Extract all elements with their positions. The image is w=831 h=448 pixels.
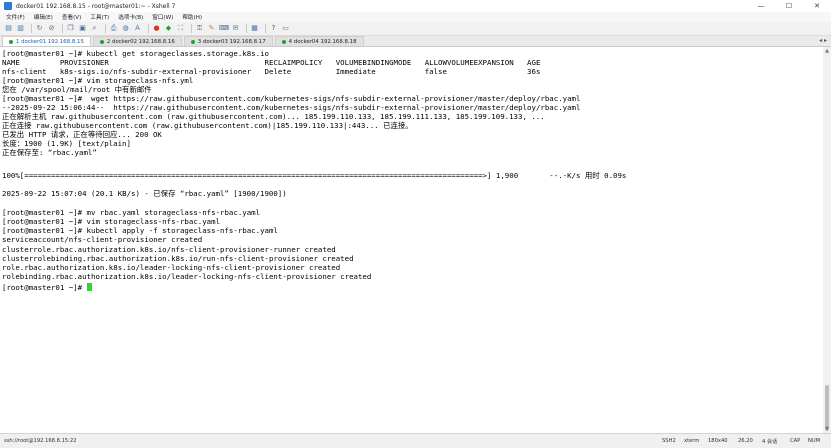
help-icon[interactable]: ? — [269, 24, 278, 33]
fullscreen-icon[interactable]: ⛶ — [176, 24, 185, 33]
terminal-line: serviceaccount/nfs-client-provisioner cr… — [2, 235, 203, 244]
copy-icon[interactable]: ❐ — [66, 24, 75, 33]
maximize-button[interactable]: ☐ — [775, 0, 803, 12]
connection-address: ssh://root@192.168.8.15:22 — [4, 438, 77, 444]
status-bar: ssh://root@192.168.8.15:22 SSH2 xterm 18… — [0, 433, 831, 448]
terminal-prompt-line: [root@master01 ~]# — [2, 283, 92, 292]
menu-view[interactable]: 查看(V) — [62, 13, 81, 21]
terminal-line: role.rbac.authorization.k8s.io/leader-lo… — [2, 263, 341, 272]
session-status-icon — [99, 39, 104, 44]
scroll-up-icon[interactable]: ▲ — [823, 48, 831, 54]
terminal-line: 长度：1900 (1.9K) [text/plain] — [2, 139, 131, 148]
globe-icon[interactable]: ◍ — [121, 24, 130, 33]
terminal-line: 2025-09-22 15:07:04 (20.1 KB/s) - 已保存 “r… — [2, 189, 287, 198]
session-status-icon — [190, 39, 195, 44]
session-count: 4 会话 — [762, 439, 778, 445]
terminal-cursor — [86, 283, 92, 291]
terminal-line: 正在保存至: “rbac.yaml” — [2, 148, 97, 157]
tab-label: 2 docker02 192.168.8.16 — [106, 38, 175, 45]
lock-icon[interactable]: ⚿ — [195, 24, 204, 33]
tab-label: 4 docker04 192.168.8.18 — [288, 38, 357, 45]
script-icon[interactable]: ✎ — [207, 24, 216, 33]
menu-tabs[interactable]: 选项卡(B) — [118, 13, 143, 21]
tab-docker01[interactable]: 1 docker01 192.168.8.15 — [2, 36, 91, 46]
menu-window[interactable]: 窗口(W) — [152, 13, 173, 21]
session-status-icon — [9, 39, 13, 44]
tab-label: 1 docker01 192.168.8.15 — [16, 38, 84, 45]
terminal-line: 您在 /var/spool/mail/root 中有新邮件 — [2, 85, 152, 94]
caps-lock-status: CAP — [790, 438, 801, 444]
terminal-line: NAME PROVISIONER RECLAIMPOLICY VOLUMEBIN… — [2, 58, 541, 67]
layout-icon[interactable]: ▦ — [250, 24, 259, 33]
title-bar: docker01 192.168.8.15 - root@master01:~ … — [0, 0, 831, 12]
terminal-output[interactable]: [root@master01 ~]# kubectl get storagecl… — [0, 47, 823, 433]
minimize-button[interactable]: — — [747, 0, 775, 12]
disconnect-icon[interactable]: ⊘ — [47, 24, 56, 33]
session-tab-bar: 1 docker01 192.168.8.15 2 docker02 192.1… — [0, 36, 831, 47]
font-icon[interactable]: A — [133, 24, 142, 33]
terminal-line: [root@master01 ~]# vim storageclass-nfs.… — [2, 76, 194, 85]
print-icon[interactable]: ⎙ — [109, 24, 118, 33]
xftp-icon[interactable]: ● — [152, 24, 161, 33]
terminal-line: [root@master01 ~]# kubectl get storagecl… — [2, 49, 269, 58]
download-progress-line: 100%[===================================… — [2, 171, 627, 180]
xshell-app-icon — [4, 2, 12, 10]
terminal-size: 180x40 — [708, 438, 728, 444]
tab-scroll-arrows-icon[interactable]: ◂ ▸ — [819, 37, 827, 44]
chat-icon[interactable]: ▭ — [281, 24, 290, 33]
terminal-line: 正在解析主机 raw.githubusercontent.com (raw.gi… — [2, 112, 545, 121]
terminal-line: rolebinding.rbac.authorization.k8s.io/le… — [2, 272, 372, 281]
toolbar-separator — [105, 24, 106, 33]
toolbar-separator — [265, 24, 266, 33]
terminal-line: 已发出 HTTP 请求，正在等待回应... 200 OK — [2, 130, 162, 139]
menu-file[interactable]: 文件(F) — [6, 13, 25, 21]
window-title: docker01 192.168.8.15 - root@master01:~ … — [16, 2, 176, 10]
protocol-status: SSH2 — [662, 438, 676, 444]
toolbar-separator — [31, 24, 32, 33]
menu-bar: 文件(F) 编辑(E) 查看(V) 工具(T) 选项卡(B) 窗口(W) 帮助(… — [0, 12, 831, 22]
terminal-line: [root@master01 ~]# kubectl apply -f stor… — [2, 226, 278, 235]
menu-edit[interactable]: 编辑(E) — [34, 13, 53, 21]
tab-docker03[interactable]: 3 docker03 192.168.8.17 — [183, 36, 273, 46]
close-button[interactable]: ✕ — [803, 0, 831, 12]
toolbar-separator — [191, 24, 192, 33]
terminal-line: [root@master01 ~]# wget https://raw.gith… — [2, 94, 581, 103]
num-lock-status: NUM — [808, 438, 821, 444]
tab-label: 3 docker03 192.168.8.17 — [197, 38, 266, 45]
compose-icon[interactable]: ✉ — [231, 24, 240, 33]
new-session-icon[interactable]: ▤ — [4, 24, 13, 33]
menu-help[interactable]: 帮助(H) — [182, 13, 202, 21]
toolbar-separator — [62, 24, 63, 33]
paste-icon[interactable]: ▣ — [78, 24, 87, 33]
reconnect-icon[interactable]: ↻ — [35, 24, 44, 33]
scroll-down-icon[interactable]: ▼ — [823, 426, 831, 432]
tab-docker02[interactable]: 2 docker02 192.168.8.16 — [92, 36, 182, 46]
terminal-type: xterm — [684, 438, 700, 444]
terminal-line: nfs-client k8s-sigs.io/nfs-subdir-extern… — [2, 67, 541, 76]
terminal-line: clusterrolebinding.rbac.authorization.k8… — [2, 254, 354, 263]
toolbar: ▤ ▥ ↻ ⊘ ❐ ▣ ⌕ ⎙ ◍ A ● ◆ ⛶ ⚿ ✎ ⌨ ✉ ▦ ? ▭ — [0, 22, 831, 36]
terminal-line: clusterrole.rbac.authorization.k8s.io/nf… — [2, 245, 336, 254]
toolbar-separator — [148, 24, 149, 33]
window-controls: — ☐ ✕ — [747, 0, 831, 12]
terminal-line: 正在连接 raw.githubusercontent.com (raw.gith… — [2, 121, 413, 130]
terminal-scrollbar[interactable]: ▲ ▼ — [823, 47, 831, 433]
cursor-position: 26,20 — [738, 438, 753, 444]
terminal-line: --2025-09-22 15:06:44-- https://raw.gith… — [2, 103, 581, 112]
find-icon[interactable]: ⌕ — [90, 24, 99, 33]
scrollbar-thumb[interactable] — [825, 385, 829, 431]
menu-tools[interactable]: 工具(T) — [90, 13, 109, 21]
tab-docker04[interactable]: 4 docker04 192.168.8.18 — [274, 36, 364, 46]
keyboard-icon[interactable]: ⌨ — [219, 24, 229, 33]
terminal-line: [root@master01 ~]# mv rbac.yaml storagec… — [2, 208, 261, 217]
terminal-prompt: [root@master01 ~]# — [2, 283, 87, 292]
tunnel-icon[interactable]: ◆ — [164, 24, 173, 33]
session-status-icon — [281, 39, 286, 44]
toolbar-separator — [246, 24, 247, 33]
terminal-line: [root@master01 ~]# vim storageclass-nfs-… — [2, 217, 221, 226]
open-folder-icon[interactable]: ▥ — [16, 24, 25, 33]
